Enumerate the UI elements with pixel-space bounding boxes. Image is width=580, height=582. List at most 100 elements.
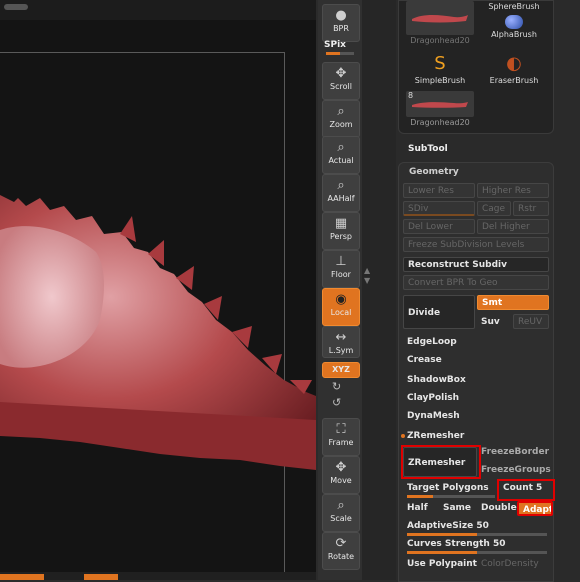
collapse-arrow-icon[interactable]: ▲ (364, 266, 370, 275)
rstr-button[interactable]: Rstr (513, 201, 549, 216)
local-icon: ◉ (335, 292, 347, 307)
magnifier-icon: ⌕ (337, 498, 345, 513)
spix-label: SPix (324, 40, 346, 50)
freeze-subdivision-button[interactable]: Freeze SubDivision Levels (403, 237, 549, 252)
target-polygons-slider[interactable] (407, 495, 495, 498)
color-density-slider[interactable]: ColorDensity (481, 559, 551, 569)
brush-name: AlphaBrush (491, 30, 537, 39)
bottom-button-1[interactable] (0, 574, 44, 580)
higher-res-button[interactable]: Higher Res (477, 183, 549, 198)
del-higher-button[interactable]: Del Higher (477, 219, 549, 234)
actual-label: Actual (328, 156, 354, 165)
use-polypaint-toggle[interactable]: Use Polypaint (407, 559, 477, 569)
curves-strength-field[interactable]: Curves Strength 50 (407, 539, 505, 549)
rotate-z-icon[interactable]: ↺ (332, 396, 341, 409)
scale-button[interactable]: ⌕ Scale (322, 494, 360, 532)
bpr-label: BPR (333, 24, 349, 33)
same-toggle[interactable]: Same (443, 503, 471, 513)
symmetry-icon: ↔ (335, 330, 347, 345)
xyz-button[interactable]: XYZ (322, 362, 360, 378)
del-lower-button[interactable]: Del Lower (403, 219, 475, 234)
lsym-button[interactable]: ↔ L.Sym (322, 326, 360, 358)
magnifier-icon: ⌕ (337, 104, 345, 119)
freeze-groups-toggle[interactable]: FreezeGroups (481, 465, 551, 475)
freeze-border-toggle[interactable]: FreezeBorder (481, 447, 551, 457)
bottom-button-2[interactable] (84, 574, 118, 580)
reconstruct-subdiv-button[interactable]: Reconstruct Subdiv (403, 257, 549, 272)
scroll-button[interactable]: ✥ Scroll (322, 62, 360, 100)
dragon-model (0, 195, 316, 470)
brush-dragonhead[interactable]: 8 Dragonhead20 (403, 91, 477, 129)
brush-dragonhead-top[interactable]: Dragonhead20 (403, 1, 477, 47)
sphere-brush-icon (505, 15, 523, 29)
lower-res-button[interactable]: Lower Res (403, 183, 475, 198)
local-label: Local (330, 308, 352, 317)
floor-label: Floor (331, 270, 351, 279)
bpr-button[interactable]: ● BPR (322, 4, 360, 42)
floor-icon: ⊥ (335, 254, 347, 269)
geometry-header[interactable]: Geometry (409, 167, 459, 177)
adaptive-size-slider[interactable] (407, 533, 547, 536)
spix-slider[interactable] (326, 52, 354, 55)
floor-button[interactable]: ⊥ Floor (322, 250, 360, 288)
curves-strength-slider[interactable] (407, 551, 547, 554)
frame-button[interactable]: ⛶ Frame (322, 418, 360, 456)
adaptive-size-value: 50 (476, 521, 489, 531)
brush-thumbnail (406, 1, 474, 35)
zoom-button[interactable]: ⌕ Zoom (322, 100, 360, 138)
brush-palette: Dragonhead20 SphereBrush AlphaBrush S Si… (398, 0, 554, 134)
cage-button[interactable]: Cage (477, 201, 511, 216)
active-section-dot (401, 434, 405, 438)
expand-arrow-icon[interactable]: ▼ (364, 276, 370, 285)
brush-eraser[interactable]: ◐ EraserBrush (477, 53, 551, 87)
scale-label: Scale (330, 514, 352, 523)
actual-button[interactable]: ⌕ Actual (322, 136, 360, 174)
brush-name: Dragonhead20 (410, 118, 470, 127)
shadowbox-section[interactable]: ShadowBox (407, 375, 466, 385)
target-polygons-label: Target Polygons (407, 483, 489, 493)
move-button[interactable]: ✥ Move (322, 456, 360, 494)
bottom-bar (0, 572, 316, 580)
panel-divider[interactable]: ▲ ▼ (362, 0, 396, 580)
adaptive-size-label: AdaptiveSize (407, 521, 474, 531)
sdiv-slider[interactable]: SDiv (403, 201, 475, 216)
magnifier-icon: ⌕ (337, 140, 345, 155)
suv-toggle[interactable]: Suv (481, 317, 500, 327)
rotate-button[interactable]: ⟳ Rotate (322, 532, 360, 570)
divide-button[interactable]: Divide (403, 295, 475, 329)
convert-bpr-button[interactable]: Convert BPR To Geo (403, 275, 549, 290)
simple-brush-icon: S (434, 53, 446, 74)
smt-toggle[interactable]: Smt (477, 295, 549, 310)
scroll-label: Scroll (330, 82, 352, 91)
crease-section[interactable]: Crease (407, 355, 442, 365)
frame-icon: ⛶ (336, 422, 346, 437)
brush-name: EraserBrush (489, 76, 539, 85)
reuv-button[interactable]: ReUV (513, 314, 549, 329)
move-label: Move (330, 476, 352, 485)
sphere-icon: ● (335, 8, 347, 23)
top-slider[interactable] (4, 4, 28, 10)
half-toggle[interactable]: Half (407, 503, 428, 513)
adapt-toggle[interactable]: Adapt (517, 501, 553, 516)
local-button[interactable]: ◉ Local (322, 288, 360, 326)
eraser-brush-icon: ◐ (506, 53, 522, 74)
tool-panel: Dragonhead20 SphereBrush AlphaBrush S Si… (396, 0, 580, 582)
persp-button[interactable]: ▦ Persp (322, 212, 360, 250)
grid-icon: ▦ (334, 216, 348, 231)
dynamesh-section[interactable]: DynaMesh (407, 411, 460, 421)
brush-simple[interactable]: S SimpleBrush (403, 53, 477, 87)
subtool-header[interactable]: SubTool (408, 144, 448, 154)
frame-label: Frame (328, 438, 354, 447)
brush-sphere[interactable]: SphereBrush AlphaBrush (477, 1, 551, 41)
double-toggle[interactable]: Double (481, 503, 517, 513)
adaptive-size-field[interactable]: AdaptiveSize 50 (407, 521, 489, 531)
claypolish-section[interactable]: ClayPolish (407, 393, 459, 403)
aahalf-button[interactable]: ⌕ AAHalf (322, 174, 360, 212)
brush-count: 8 (408, 91, 414, 100)
hand-icon: ✥ (335, 66, 347, 81)
rotate-y-icon[interactable]: ↻ (332, 380, 341, 393)
edgeloop-section[interactable]: EdgeLoop (407, 337, 457, 347)
viewport-canvas[interactable] (0, 20, 316, 576)
zremesher-section[interactable]: ZRemesher (407, 431, 464, 441)
zoom-label: Zoom (329, 120, 353, 129)
